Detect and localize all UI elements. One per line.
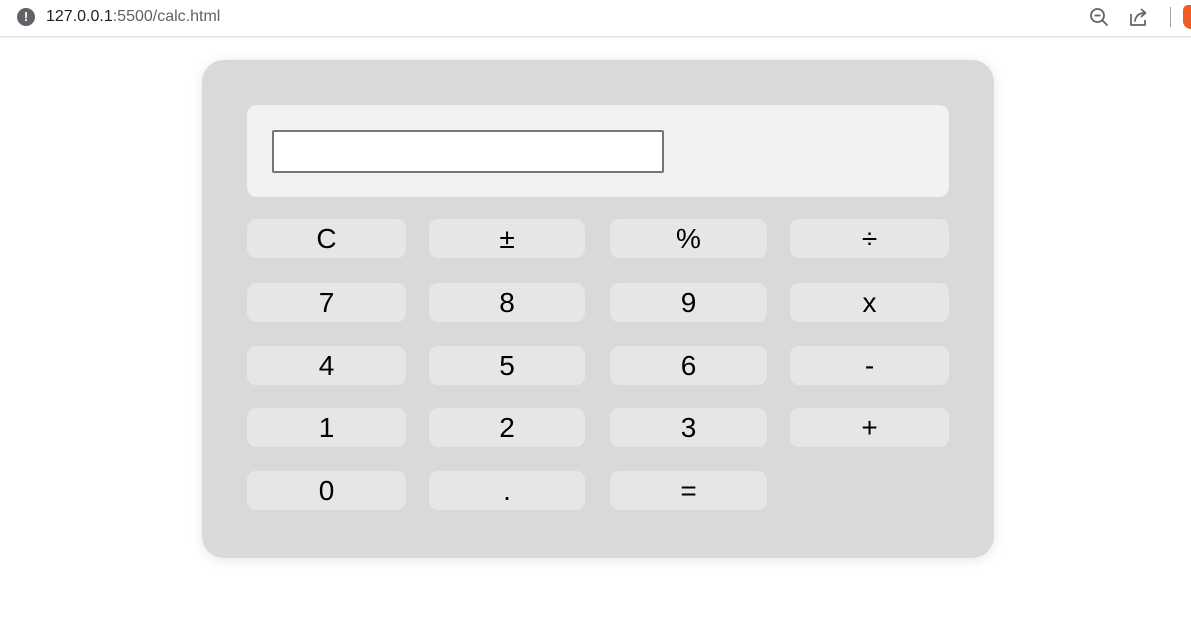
share-icon[interactable]: [1128, 6, 1150, 28]
digit-4-button[interactable]: 4: [247, 346, 406, 385]
digit-7-button[interactable]: 7: [247, 283, 406, 322]
digit-2-button[interactable]: 2: [429, 408, 585, 447]
subtract-button[interactable]: -: [790, 346, 949, 385]
calculator: C ± % ÷ 7 8 9 x 4 5 6 - 1 2 3 + 0 . =: [202, 60, 994, 558]
zoom-out-icon[interactable]: [1088, 6, 1110, 28]
decimal-button[interactable]: .: [429, 471, 585, 510]
percent-button[interactable]: %: [610, 219, 767, 258]
url-host: 127.0.0.1: [46, 8, 113, 25]
display-input[interactable]: [272, 130, 664, 173]
digit-9-button[interactable]: 9: [610, 283, 767, 322]
toolbar-divider: [1170, 7, 1171, 27]
digit-6-button[interactable]: 6: [610, 346, 767, 385]
plus-minus-button[interactable]: ±: [429, 219, 585, 258]
digit-0-button[interactable]: 0: [247, 471, 406, 510]
equals-button[interactable]: =: [610, 471, 767, 510]
url-field[interactable]: 127.0.0.1:5500/calc.html: [46, 7, 220, 27]
url-path: :5500/calc.html: [112, 8, 221, 25]
digit-5-button[interactable]: 5: [429, 346, 585, 385]
digit-1-button[interactable]: 1: [247, 408, 406, 447]
display-panel: [247, 105, 949, 197]
multiply-button[interactable]: x: [790, 283, 949, 322]
browser-address-bar: ! 127.0.0.1:5500/calc.html: [0, 0, 1191, 37]
divide-button[interactable]: ÷: [790, 219, 949, 258]
info-icon[interactable]: !: [17, 8, 35, 26]
add-button[interactable]: +: [790, 408, 949, 447]
brave-lion-icon[interactable]: [1183, 5, 1191, 29]
digit-8-button[interactable]: 8: [429, 283, 585, 322]
clear-button[interactable]: C: [247, 219, 406, 258]
digit-3-button[interactable]: 3: [610, 408, 767, 447]
